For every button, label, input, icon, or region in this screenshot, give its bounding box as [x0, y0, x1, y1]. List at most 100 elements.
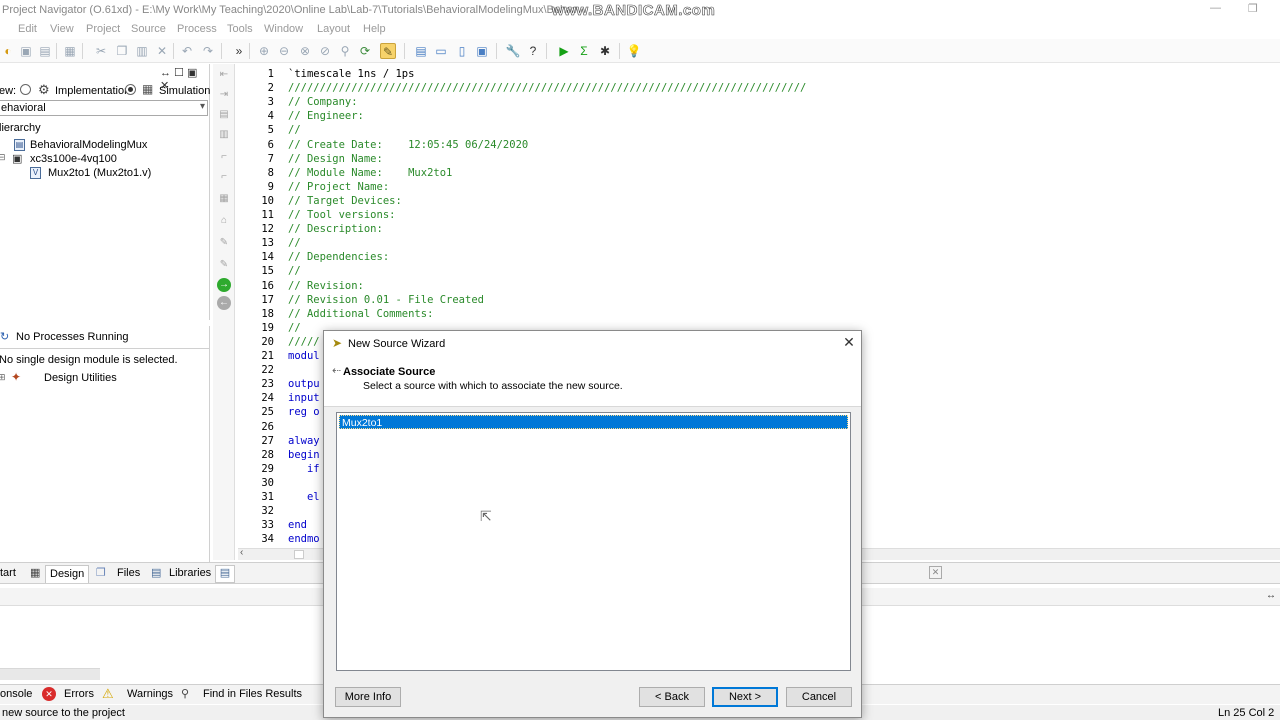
uncomment-icon[interactable]: ▥	[217, 128, 231, 142]
go-back-icon[interactable]: ←	[217, 296, 231, 310]
code-line[interactable]: reg o	[288, 406, 320, 418]
view-select[interactable]: ehavioral ▾	[0, 100, 208, 116]
properties-icon[interactable]: 🔧	[505, 43, 521, 59]
code-line[interactable]: //	[288, 322, 301, 334]
search-icon[interactable]: ⚲	[337, 43, 353, 59]
zoom-full-icon[interactable]: ⊗	[297, 43, 313, 59]
tile-vertical-icon[interactable]: ▯	[454, 43, 470, 59]
tab-warnings[interactable]: Warnings	[127, 688, 173, 700]
list-item[interactable]: Mux2to1	[339, 415, 848, 429]
menu-edit[interactable]: Edit	[18, 23, 37, 35]
tab-find-in-files[interactable]: Find in Files Results	[203, 688, 302, 700]
zoom-out-icon[interactable]: ⊖	[276, 43, 292, 59]
comment-icon[interactable]: ▤	[217, 108, 231, 122]
indent-icon[interactable]: ⇤	[217, 68, 231, 82]
expand-icon[interactable]: ⊞	[0, 372, 6, 383]
insert-icon[interactable]: ⌂	[217, 214, 231, 228]
more-tools-icon[interactable]: »	[231, 43, 247, 59]
design-utilities-item[interactable]: Design Utilities	[44, 372, 117, 384]
console-scrollbar[interactable]	[0, 668, 100, 680]
paste-icon[interactable]: ▥	[134, 43, 150, 59]
implementation-label[interactable]: Implementation	[55, 85, 130, 97]
code-line[interactable]: if	[288, 463, 320, 475]
tree-item-device[interactable]: xc3s100e-4vq100	[30, 153, 117, 165]
copy-icon[interactable]: ❐	[114, 43, 130, 59]
tab-files[interactable]: Files	[117, 567, 140, 579]
code-line[interactable]: el	[288, 491, 320, 503]
code-line[interactable]: // Revision:	[288, 280, 364, 292]
code-line[interactable]: ////////////////////////////////////////…	[288, 82, 806, 94]
code-line[interactable]: // Additional Comments:	[288, 308, 433, 320]
simulation-label[interactable]: Simulation	[159, 85, 210, 97]
tab-design[interactable]: Design	[45, 565, 90, 583]
code-line[interactable]: modul	[288, 350, 320, 362]
delete-icon[interactable]: ✕	[154, 43, 170, 59]
brush-icon[interactable]: ✎	[217, 258, 231, 272]
run-icon[interactable]: ▶	[556, 43, 572, 59]
tab-errors[interactable]: Errors	[64, 688, 94, 700]
scroll-thumb[interactable]	[294, 550, 304, 559]
implementation-radio[interactable]	[20, 84, 31, 95]
code-line[interactable]: `timescale 1ns / 1ps	[288, 68, 414, 80]
resize-icon[interactable]: ↔	[1266, 590, 1276, 601]
code-line[interactable]: // Dependencies:	[288, 251, 389, 263]
rerun-icon[interactable]: ✱	[597, 43, 613, 59]
lightbulb-icon[interactable]: 💡	[626, 43, 642, 59]
menu-view[interactable]: View	[50, 23, 74, 35]
back-button[interactable]: < Back	[639, 687, 705, 707]
menu-layout[interactable]: Layout	[317, 23, 350, 35]
bookmark-next-icon[interactable]: ⌐	[217, 170, 231, 184]
undo-icon[interactable]: ↶	[179, 43, 195, 59]
next-button[interactable]: Next >	[712, 687, 778, 707]
pencil-icon[interactable]: ✎	[217, 236, 231, 250]
code-line[interactable]: //	[288, 237, 301, 249]
menu-window[interactable]: Window	[264, 23, 303, 35]
tile-horizontal-icon[interactable]: ▭	[433, 43, 449, 59]
go-forward-icon[interactable]: →	[217, 278, 231, 292]
edit-mode-icon[interactable]: ✎	[380, 43, 396, 59]
outdent-icon[interactable]: ⇥	[217, 88, 231, 102]
code-line[interactable]: //	[288, 124, 301, 136]
code-line[interactable]: // Revision 0.01 - File Created	[288, 294, 484, 306]
cancel-button[interactable]: Cancel	[786, 687, 852, 707]
close-icon[interactable]: ✕	[841, 334, 857, 351]
close-doc-icon[interactable]: ✕	[929, 566, 942, 579]
editor-doc-tab-icon[interactable]: ▤	[215, 565, 235, 583]
code-line[interactable]: // Target Devices:	[288, 195, 402, 207]
code-line[interactable]: // Description:	[288, 223, 383, 235]
redo-icon[interactable]: ↷	[200, 43, 216, 59]
bookmark-icon[interactable]: ⌐	[217, 150, 231, 164]
code-line[interactable]: end	[288, 519, 307, 531]
tree-item-module[interactable]: Mux2to1 (Mux2to1.v)	[48, 167, 151, 179]
print-icon[interactable]: ▦	[62, 43, 78, 59]
code-line[interactable]: // Module Name: Mux2to1	[288, 167, 452, 179]
more-info-button[interactable]: More Info	[335, 687, 401, 707]
code-line[interactable]: endmo	[288, 533, 320, 545]
code-line[interactable]: outpu	[288, 378, 320, 390]
code-line[interactable]: alway	[288, 435, 320, 447]
save-all-icon[interactable]: ▤	[37, 43, 53, 59]
menu-process[interactable]: Process	[177, 23, 217, 35]
code-line[interactable]: // Design Name:	[288, 153, 383, 165]
code-line[interactable]: // Project Name:	[288, 181, 389, 193]
back-arrow-icon[interactable]: ⇠	[332, 364, 341, 377]
menu-source[interactable]: Source	[131, 23, 166, 35]
code-line[interactable]: // Company:	[288, 96, 358, 108]
code-line[interactable]: begin	[288, 449, 320, 461]
tree-item-project[interactable]: BehavioralModelingMux	[30, 139, 147, 151]
tab-console[interactable]: onsole	[0, 688, 32, 700]
zoom-select-icon[interactable]: ⊘	[317, 43, 333, 59]
whats-this-help-icon[interactable]: ?	[525, 43, 541, 59]
code-line[interactable]: /////	[288, 336, 320, 348]
window-icon[interactable]: ▣	[474, 43, 490, 59]
refresh-icon[interactable]: ⟳	[357, 43, 373, 59]
menu-project[interactable]: Project	[86, 23, 120, 35]
zoom-in-icon[interactable]: ⊕	[256, 43, 272, 59]
code-line[interactable]: // Tool versions:	[288, 209, 395, 221]
cascade-windows-icon[interactable]: ▤	[413, 43, 429, 59]
open-folder-icon[interactable]: ◐	[0, 43, 16, 59]
collapse-icon[interactable]: ⊟	[0, 152, 6, 163]
cut-icon[interactable]: ✂	[93, 43, 109, 59]
tab-start[interactable]: tart	[0, 567, 16, 579]
template-icon[interactable]: ▦	[217, 192, 231, 206]
